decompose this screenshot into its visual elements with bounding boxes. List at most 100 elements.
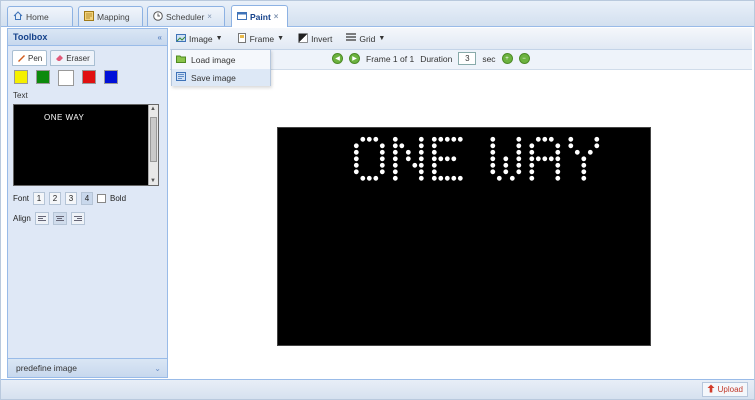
tab-mapping[interactable]: Mapping	[78, 6, 143, 26]
led-dot	[418, 175, 424, 181]
chevron-down-icon[interactable]: ⌄	[154, 364, 161, 373]
pen-label: Pen	[28, 53, 43, 63]
text-label: Text	[13, 91, 28, 100]
led-dot	[516, 136, 522, 142]
eraser-label: Eraser	[66, 53, 90, 63]
frame-counter: Frame 1 of 1	[366, 53, 415, 64]
led-dot	[529, 156, 535, 162]
bold-checkbox[interactable]	[97, 194, 107, 203]
led-display	[353, 136, 600, 181]
led-dot	[548, 136, 554, 142]
scroll-down-icon[interactable]: ▼	[150, 178, 156, 184]
led-dot	[360, 136, 366, 142]
led-dot	[379, 156, 385, 162]
tool-tabs: Pen Eraser	[12, 50, 95, 66]
led-dot	[555, 143, 561, 149]
load-image-menu-item[interactable]: Load image	[172, 51, 270, 68]
align-center-button[interactable]	[52, 212, 67, 225]
folder-open-icon	[176, 54, 186, 65]
text-input[interactable]: ONE WAY ▲ ▼	[13, 104, 159, 186]
map-icon	[84, 10, 94, 23]
align-left-icon	[37, 216, 46, 221]
color-swatch-blue[interactable]	[104, 70, 118, 84]
previous-frame-button[interactable]: ◀	[332, 53, 343, 64]
add-frame-button[interactable]: +	[501, 53, 513, 64]
tab-scheduler[interactable]: Scheduler ×	[147, 6, 225, 26]
led-dot	[529, 149, 535, 155]
led-dot	[392, 175, 398, 181]
led-dot	[431, 136, 437, 142]
dropdown-arrow-icon: ▼	[215, 35, 223, 42]
tab-home[interactable]: Home	[7, 6, 73, 26]
led-dot	[568, 136, 574, 142]
led-dot	[503, 169, 509, 175]
led-dot	[431, 143, 437, 149]
upload-label: Upload	[717, 385, 743, 394]
remove-frame-button[interactable]: −	[518, 53, 530, 64]
led-dot	[581, 162, 587, 168]
paint-toolbar: Image ▼ Frame ▼ Invert Grid ▼	[170, 28, 752, 50]
scroll-up-icon[interactable]: ▲	[150, 106, 156, 112]
led-dot	[405, 156, 411, 162]
text-scrollbar[interactable]: ▲ ▼	[148, 105, 158, 185]
duration-input[interactable]: 3	[458, 52, 477, 65]
predefined-image-panel[interactable]: predefine image ⌄	[8, 358, 167, 377]
align-right-icon	[73, 216, 82, 221]
app-window: Home Mapping Scheduler × Paint × Toolbox	[0, 0, 755, 400]
pen-tool-button[interactable]: Pen	[12, 50, 48, 66]
toolbox-header: Toolbox «	[8, 29, 167, 46]
led-dot	[542, 136, 548, 142]
image-menu-button[interactable]: Image ▼	[176, 33, 223, 45]
color-swatch-green[interactable]	[36, 70, 50, 84]
tab-paint[interactable]: Paint ×	[231, 5, 288, 27]
led-dot	[418, 169, 424, 175]
led-dot	[392, 149, 398, 155]
font-size-2-button[interactable]: 2	[49, 192, 62, 205]
grid-menu-button[interactable]: Grid ▼	[346, 32, 385, 45]
tab-home-label: Home	[26, 11, 49, 22]
next-frame-button[interactable]: ▶	[349, 53, 360, 64]
upload-button[interactable]: Upload	[701, 382, 748, 397]
led-dot	[555, 149, 561, 155]
led-dot	[366, 175, 372, 181]
led-dot	[392, 136, 398, 142]
save-image-label: Save image	[191, 72, 236, 83]
frame-icon	[237, 32, 247, 45]
font-size-3-button[interactable]: 3	[65, 192, 78, 205]
font-size-1-button[interactable]: 1	[33, 192, 46, 205]
led-dot	[529, 162, 535, 168]
led-dot	[438, 136, 444, 142]
led-dot	[457, 175, 463, 181]
led-dot	[496, 175, 502, 181]
led-dot	[418, 136, 424, 142]
paint-icon	[237, 11, 247, 23]
align-left-button[interactable]	[34, 212, 49, 225]
scroll-thumb[interactable]	[150, 117, 157, 162]
invert-button[interactable]: Invert	[298, 32, 332, 45]
align-right-button[interactable]	[70, 212, 85, 225]
led-dot	[418, 149, 424, 155]
led-dot	[568, 143, 574, 149]
save-image-menu-item[interactable]: Save image	[172, 69, 270, 86]
led-canvas[interactable]	[277, 127, 651, 346]
tab-mapping-label: Mapping	[97, 11, 130, 22]
collapse-icon[interactable]: «	[158, 33, 162, 42]
led-dot	[516, 149, 522, 155]
duration-unit: sec	[482, 53, 496, 64]
bold-label: Bold	[110, 194, 127, 203]
paint-area: Image ▼ Frame ▼ Invert Grid ▼ ◀ ▶ Frame …	[170, 28, 752, 378]
color-swatch-white[interactable]	[58, 70, 74, 86]
color-swatch-yellow[interactable]	[14, 70, 28, 84]
font-size-4-button[interactable]: 4	[81, 192, 94, 205]
eraser-tool-button[interactable]: Eraser	[50, 50, 95, 66]
align-center-icon	[55, 216, 64, 221]
led-dot	[535, 156, 541, 162]
led-dot	[379, 143, 385, 149]
close-icon[interactable]: ×	[274, 12, 279, 21]
color-swatch-red[interactable]	[82, 70, 96, 84]
led-dot	[574, 149, 580, 155]
frame-menu-button[interactable]: Frame ▼	[237, 32, 284, 45]
led-dot	[405, 149, 411, 155]
align-label: Align	[13, 214, 31, 223]
close-icon[interactable]: ×	[207, 12, 212, 21]
